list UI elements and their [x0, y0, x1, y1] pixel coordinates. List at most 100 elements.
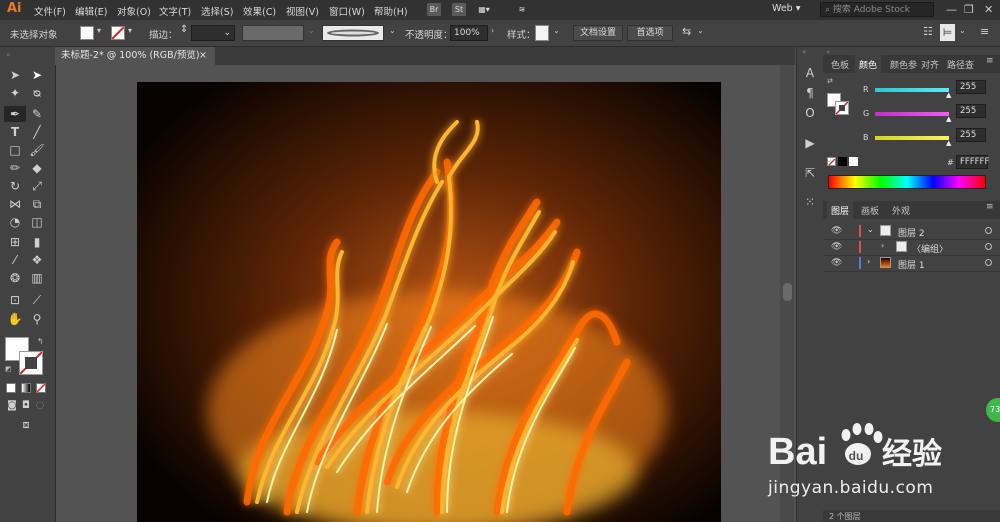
artboard-canvas[interactable] — [137, 82, 721, 522]
swap-colors-icon[interactable]: ↰ — [37, 337, 44, 346]
workspace-switcher[interactable]: Web ▾ — [772, 3, 801, 14]
width-tool-icon[interactable]: ⋈ — [7, 196, 23, 212]
layer-row[interactable]: 👁 ⌄ 图层 2 — [823, 223, 1000, 240]
screen-mode-icon[interactable]: ⧈ — [18, 417, 34, 433]
style-dropdown-icon[interactable]: ⌄ — [553, 26, 560, 35]
visibility-eye-icon[interactable]: 👁 — [831, 226, 842, 236]
free-transform-tool-icon[interactable]: ⧉ — [29, 196, 45, 212]
scale-tool-icon[interactable]: ⤢ — [29, 178, 45, 194]
blend-tool-icon[interactable]: ❖ — [29, 252, 45, 268]
arrange-documents-icon[interactable]: ▦▾ — [477, 3, 491, 16]
expand-chevron-down-icon[interactable]: ⌄ — [867, 225, 874, 234]
pencil-tool-icon[interactable]: ✏ — [7, 160, 23, 176]
tab-appearance[interactable]: 外观 — [892, 204, 910, 217]
stock-icon[interactable]: St — [452, 3, 466, 16]
selection-tool-icon[interactable]: ➤ — [7, 67, 23, 83]
panel-menu-dropdown-icon[interactable]: ⌄ — [959, 26, 966, 35]
menu-help[interactable]: 帮助(H) — [374, 4, 408, 18]
target-circle-icon[interactable] — [985, 259, 992, 266]
menu-type[interactable]: 文字(T) — [159, 4, 191, 18]
tab-artboards[interactable]: 画板 — [861, 204, 879, 217]
layer-row[interactable]: 👁 › 〈编组〉 — [823, 239, 1000, 256]
layer-name[interactable]: 图层 1 — [898, 258, 925, 271]
bridge-icon[interactable]: Br — [427, 3, 441, 16]
rotate-tool-icon[interactable]: ↻ — [7, 178, 23, 194]
menu-file[interactable]: 文件(F) — [34, 4, 66, 18]
layer-name[interactable]: 〈编组〉 — [912, 242, 948, 255]
rectangle-tool-icon[interactable]: □ — [7, 142, 23, 158]
stroke-swatch[interactable] — [111, 26, 125, 40]
draw-inside-icon[interactable]: ◌ — [32, 398, 48, 414]
paragraph-panel-icon[interactable]: ¶ — [802, 85, 818, 101]
type-tool-icon[interactable]: T — [7, 124, 23, 140]
dock-collapse-icon[interactable]: « — [802, 48, 806, 56]
maximize-button[interactable]: ❐ — [964, 3, 974, 16]
channel-b-handle-icon[interactable]: ▲ — [946, 139, 951, 147]
color-spectrum[interactable] — [828, 175, 986, 189]
menu-object[interactable]: 对象(O) — [117, 4, 151, 18]
panel-options-icon[interactable]: ≡ — [986, 56, 994, 66]
expand-chevron-right-icon[interactable]: › — [867, 257, 870, 266]
gpu-performance-icon[interactable]: ≋ — [515, 3, 529, 16]
tab-color-guide[interactable]: 颜色参 — [890, 58, 917, 71]
graphic-style-swatch[interactable] — [535, 25, 549, 41]
shape-builder-tool-icon[interactable]: ◔ — [7, 214, 23, 230]
visibility-eye-icon[interactable]: 👁 — [831, 258, 842, 268]
scrollbar-thumb[interactable] — [783, 283, 792, 301]
color-stroke-box[interactable] — [835, 101, 849, 115]
lasso-tool-icon[interactable]: ᴓ — [29, 85, 45, 101]
channel-r-slider[interactable] — [875, 88, 949, 92]
channel-g-value[interactable]: 255 — [956, 104, 986, 118]
easy-align-icon[interactable]: ⇆ — [682, 25, 691, 38]
pen-tool-icon[interactable]: ✒ — [4, 106, 26, 122]
color-mode-icon[interactable] — [6, 383, 16, 393]
none-swatch[interactable] — [827, 157, 836, 166]
tab-align[interactable]: 对齐 — [921, 58, 939, 71]
close-window-button[interactable]: ✕ — [984, 3, 993, 16]
line-segment-tool-icon[interactable]: ╱ — [29, 124, 45, 140]
layer-name[interactable]: 图层 2 — [898, 226, 925, 239]
channel-r-handle-icon[interactable]: ▲ — [946, 91, 951, 99]
tab-pathfinder[interactable]: 路径查 — [947, 58, 974, 71]
mesh-tool-icon[interactable]: ⊞ — [7, 234, 23, 250]
minimize-button[interactable]: — — [946, 3, 957, 16]
stroke-weight-field[interactable]: ⌄ — [191, 25, 235, 41]
variable-width-profile[interactable] — [242, 25, 304, 41]
brush-dropdown-icon[interactable]: ⌄ — [389, 26, 396, 35]
menu-icon[interactable]: ≡ — [980, 25, 989, 38]
profile-dropdown-icon[interactable]: ⌄ — [308, 26, 315, 35]
expand-chevron-right-icon[interactable]: › — [881, 241, 884, 250]
layer-row[interactable]: 👁 › 图层 1 — [823, 255, 1000, 272]
channel-b-slider[interactable] — [875, 136, 949, 140]
channel-b-value[interactable]: 255 — [956, 128, 986, 142]
arrange-icon[interactable]: ☷ — [923, 25, 933, 38]
target-circle-icon[interactable] — [985, 227, 992, 234]
none-mode-icon[interactable] — [36, 383, 46, 393]
channel-r-value[interactable]: 255 — [956, 80, 986, 94]
stroke-color-box[interactable] — [19, 351, 43, 375]
black-swatch[interactable] — [838, 157, 847, 166]
close-tab-button[interactable]: × — [199, 47, 207, 65]
character-panel-icon[interactable]: A — [802, 65, 818, 81]
align-dropdown-icon[interactable]: ⌄ — [697, 26, 704, 35]
stroke-stepper-icon[interactable]: ⇕ — [180, 24, 188, 35]
visibility-eye-icon[interactable]: 👁 — [831, 242, 842, 252]
collapse-panel-icon[interactable]: » — [6, 51, 10, 59]
transform-panel-icon[interactable]: ⁙ — [802, 194, 818, 210]
white-swatch[interactable] — [849, 157, 858, 166]
document-tab[interactable]: 未标题-2* @ 100% (RGB/预览) × — [55, 47, 215, 65]
hand-tool-icon[interactable]: ✋ — [7, 311, 23, 327]
hex-value-field[interactable]: FFFFFF — [956, 155, 989, 169]
panel-menu-icon[interactable]: ⊨ — [940, 24, 955, 41]
channel-g-handle-icon[interactable]: ▲ — [946, 115, 951, 123]
preferences-button[interactable]: 首选项 — [627, 25, 673, 41]
menu-effect[interactable]: 效果(C) — [243, 4, 276, 18]
magic-wand-tool-icon[interactable]: ✦ — [7, 85, 23, 101]
stroke-dropdown-icon[interactable]: ▾ — [128, 26, 132, 35]
curvature-tool-icon[interactable]: ✎ — [29, 106, 45, 122]
brush-definition[interactable] — [322, 25, 384, 41]
layers-options-icon[interactable]: ≡ — [986, 202, 994, 212]
gradient-mode-icon[interactable] — [21, 383, 31, 393]
slice-tool-icon[interactable]: ⟋ — [29, 292, 45, 308]
tab-swatches[interactable]: 色板 — [831, 58, 849, 71]
